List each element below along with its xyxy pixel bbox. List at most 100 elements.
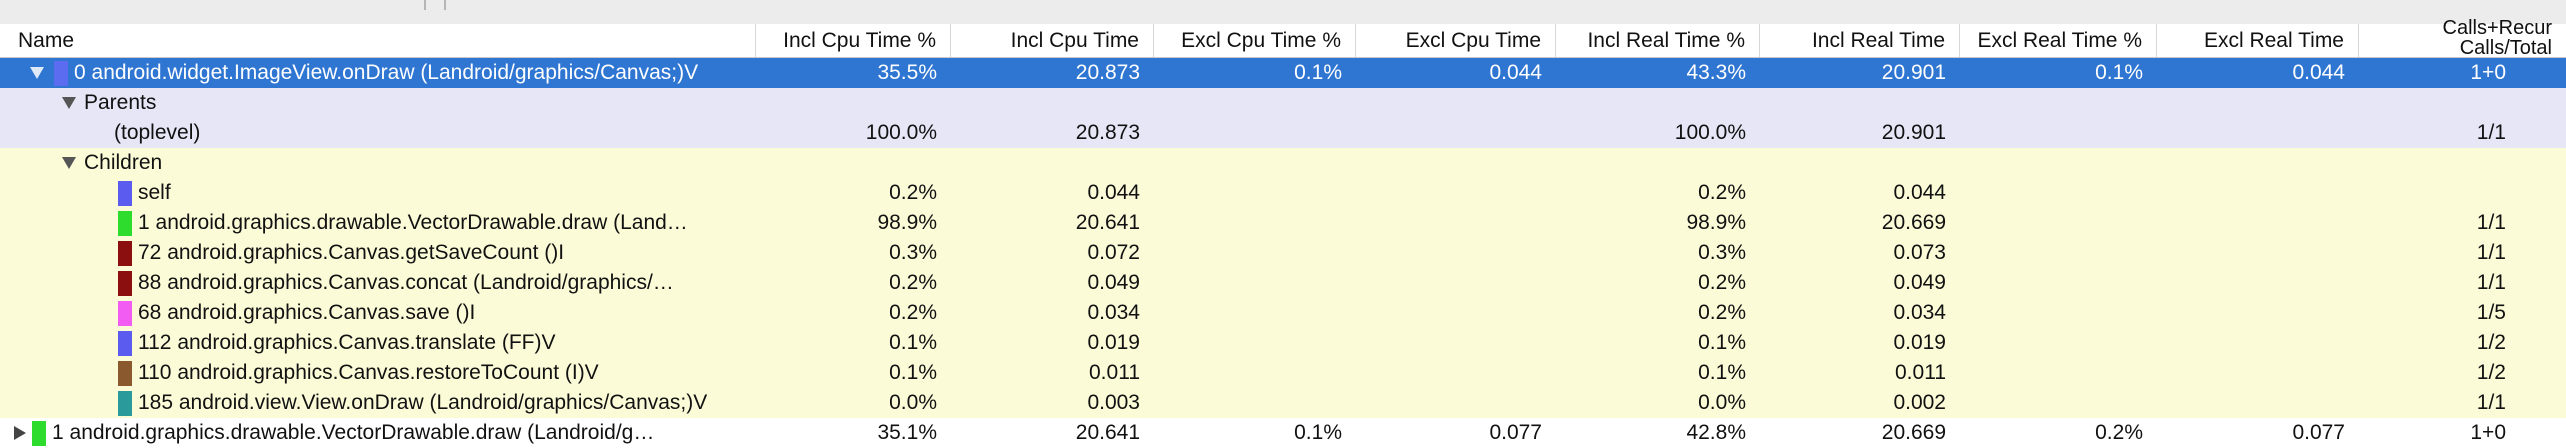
table-row[interactable]: 88 android.graphics.Canvas.concat (Landr… bbox=[0, 268, 2566, 298]
row-label: 185 android.view.View.onDraw (Landroid/g… bbox=[138, 391, 708, 414]
disclosure-right-icon[interactable] bbox=[14, 426, 26, 440]
cell-excl-real: 0.077 bbox=[2292, 421, 2345, 444]
column-header-excl-real-pct[interactable]: Excl Real Time % bbox=[1960, 24, 2157, 57]
column-header-incl-cpu-pct[interactable]: Incl Cpu Time % bbox=[756, 24, 951, 57]
table-row[interactable]: 112 android.graphics.Canvas.translate (F… bbox=[0, 328, 2566, 358]
cell-incl-real-pct: 0.2% bbox=[1698, 271, 1746, 294]
name-cell: 110 android.graphics.Canvas.restoreToCou… bbox=[0, 358, 756, 388]
table-row[interactable]: 1 android.graphics.drawable.VectorDrawab… bbox=[0, 208, 2566, 238]
splitter[interactable] bbox=[424, 0, 426, 10]
cell-incl-real: 0.044 bbox=[1893, 181, 1946, 204]
name-cell: (toplevel) bbox=[0, 118, 756, 148]
cell-calls: 1/1 bbox=[2476, 211, 2506, 234]
cell-incl-cpu: 0.034 bbox=[1087, 301, 1140, 324]
table-row[interactable]: 110 android.graphics.Canvas.restoreToCou… bbox=[0, 358, 2566, 388]
cell-excl-real-pct: 0.2% bbox=[2095, 421, 2143, 444]
name-cell: 185 android.view.View.onDraw (Landroid/g… bbox=[0, 388, 756, 418]
column-header-excl-real[interactable]: Excl Real Time bbox=[2157, 24, 2359, 57]
cell-incl-real: 0.049 bbox=[1893, 271, 1946, 294]
table-row[interactable]: (toplevel) 100.0% 20.873 100.0% 20.901 1/1 bbox=[0, 118, 2566, 148]
disclosure-down-icon[interactable] bbox=[62, 97, 76, 109]
color-swatch bbox=[32, 421, 46, 446]
table-row[interactable]: 185 android.view.View.onDraw (Landroid/g… bbox=[0, 388, 2566, 418]
cell-incl-real-pct: 0.1% bbox=[1698, 331, 1746, 354]
cell-incl-real: 20.669 bbox=[1881, 421, 1946, 444]
cell-calls: 1+0 bbox=[2470, 421, 2506, 444]
cell-incl-real: 20.901 bbox=[1881, 61, 1946, 84]
table-row[interactable]: 68 android.graphics.Canvas.save ()I 0.2% 0… bbox=[0, 298, 2566, 328]
row-label: 88 android.graphics.Canvas.concat (Landr… bbox=[138, 271, 674, 294]
row-label: (toplevel) bbox=[114, 121, 201, 144]
group-row-parents[interactable]: Parents bbox=[0, 88, 2566, 118]
cell-calls: 1/1 bbox=[2476, 271, 2506, 294]
cell-incl-real-pct: 0.2% bbox=[1698, 301, 1746, 324]
column-header-excl-cpu[interactable]: Excl Cpu Time bbox=[1356, 24, 1556, 57]
name-cell: Parents bbox=[0, 88, 756, 118]
disclosure-down-icon[interactable] bbox=[62, 157, 76, 169]
row-label: 112 android.graphics.Canvas.translate (F… bbox=[138, 331, 556, 354]
method-row[interactable]: 0 android.widget.ImageView.onDraw (Landr… bbox=[0, 58, 2566, 88]
name-cell: Children bbox=[0, 148, 756, 178]
cell-incl-real-pct: 100.0% bbox=[1674, 121, 1746, 144]
cell-incl-cpu: 0.003 bbox=[1087, 391, 1140, 414]
cell-excl-real-pct: 0.1% bbox=[2095, 61, 2143, 84]
cell-incl-real-pct: 43.3% bbox=[1686, 61, 1746, 84]
row-label: 110 android.graphics.Canvas.restoreToCou… bbox=[138, 361, 599, 384]
cell-incl-real: 0.011 bbox=[1895, 361, 1946, 384]
cell-incl-cpu: 0.011 bbox=[1089, 361, 1140, 384]
row-label: 1 android.graphics.drawable.VectorDrawab… bbox=[52, 421, 655, 444]
row-label: 1 android.graphics.drawable.VectorDrawab… bbox=[138, 211, 688, 234]
row-label: Children bbox=[84, 151, 163, 174]
cell-incl-real-pct: 42.8% bbox=[1686, 421, 1746, 444]
row-label: 72 android.graphics.Canvas.getSaveCount … bbox=[138, 241, 565, 264]
column-header-incl-real[interactable]: Incl Real Time bbox=[1760, 24, 1960, 57]
column-header-incl-cpu[interactable]: Incl Cpu Time bbox=[951, 24, 1154, 57]
cell-incl-cpu-pct: 0.2% bbox=[889, 301, 937, 324]
cell-excl-cpu: 0.044 bbox=[1489, 61, 1542, 84]
method-row[interactable]: 1 android.graphics.drawable.VectorDrawab… bbox=[0, 418, 2566, 448]
column-header-name[interactable]: Name bbox=[0, 24, 756, 57]
color-swatch bbox=[118, 181, 132, 206]
name-cell: 112 android.graphics.Canvas.translate (F… bbox=[0, 328, 756, 358]
cell-incl-cpu-pct: 0.2% bbox=[889, 271, 937, 294]
cell-incl-cpu: 0.049 bbox=[1087, 271, 1140, 294]
name-cell: 72 android.graphics.Canvas.getSaveCount … bbox=[0, 238, 756, 268]
cell-incl-cpu-pct: 0.1% bbox=[889, 361, 937, 384]
cell-incl-cpu-pct: 35.1% bbox=[877, 421, 937, 444]
group-row-children[interactable]: Children bbox=[0, 148, 2566, 178]
cell-incl-cpu-pct: 100.0% bbox=[865, 121, 937, 144]
splitter[interactable] bbox=[444, 0, 446, 10]
cell-excl-cpu-pct: 0.1% bbox=[1294, 61, 1342, 84]
profile-table: Name Incl Cpu Time % Incl Cpu Time Excl … bbox=[0, 18, 2566, 448]
cell-incl-real: 20.901 bbox=[1881, 121, 1946, 144]
cell-incl-real: 0.019 bbox=[1893, 331, 1946, 354]
name-cell: 88 android.graphics.Canvas.concat (Landr… bbox=[0, 268, 756, 298]
table-row[interactable]: self 0.2% 0.044 0.2% 0.044 bbox=[0, 178, 2566, 208]
column-header-incl-real-pct[interactable]: Incl Real Time % bbox=[1556, 24, 1760, 57]
top-toolbar-strip bbox=[0, 0, 2566, 25]
row-label: self bbox=[138, 181, 171, 204]
cell-calls: 1/1 bbox=[2476, 391, 2506, 414]
color-swatch bbox=[118, 391, 132, 416]
disclosure-down-icon[interactable] bbox=[30, 67, 44, 79]
column-header-excl-cpu-pct[interactable]: Excl Cpu Time % bbox=[1154, 24, 1356, 57]
cell-incl-cpu-pct: 0.2% bbox=[889, 181, 937, 204]
color-swatch bbox=[54, 61, 68, 86]
cell-incl-cpu: 0.019 bbox=[1087, 331, 1140, 354]
color-swatch bbox=[118, 361, 132, 386]
cell-incl-cpu-pct: 35.5% bbox=[877, 61, 937, 84]
calls-header-line1: Calls+Recur bbox=[2442, 17, 2552, 39]
name-cell: 0 android.widget.ImageView.onDraw (Landr… bbox=[0, 58, 756, 88]
color-swatch bbox=[118, 241, 132, 266]
cell-incl-real-pct: 0.0% bbox=[1698, 391, 1746, 414]
cell-incl-real-pct: 0.1% bbox=[1698, 361, 1746, 384]
cell-incl-real: 20.669 bbox=[1881, 211, 1946, 234]
cell-calls: 1/1 bbox=[2476, 121, 2506, 144]
cell-incl-cpu: 0.044 bbox=[1087, 181, 1140, 204]
color-swatch bbox=[118, 271, 132, 296]
cell-excl-cpu-pct: 0.1% bbox=[1294, 421, 1342, 444]
column-header-calls[interactable]: Calls+Recur Calls/Total bbox=[2359, 18, 2566, 58]
name-cell: 1 android.graphics.drawable.VectorDrawab… bbox=[0, 208, 756, 238]
cell-calls: 1/2 bbox=[2476, 361, 2506, 384]
table-row[interactable]: 72 android.graphics.Canvas.getSaveCount … bbox=[0, 238, 2566, 268]
